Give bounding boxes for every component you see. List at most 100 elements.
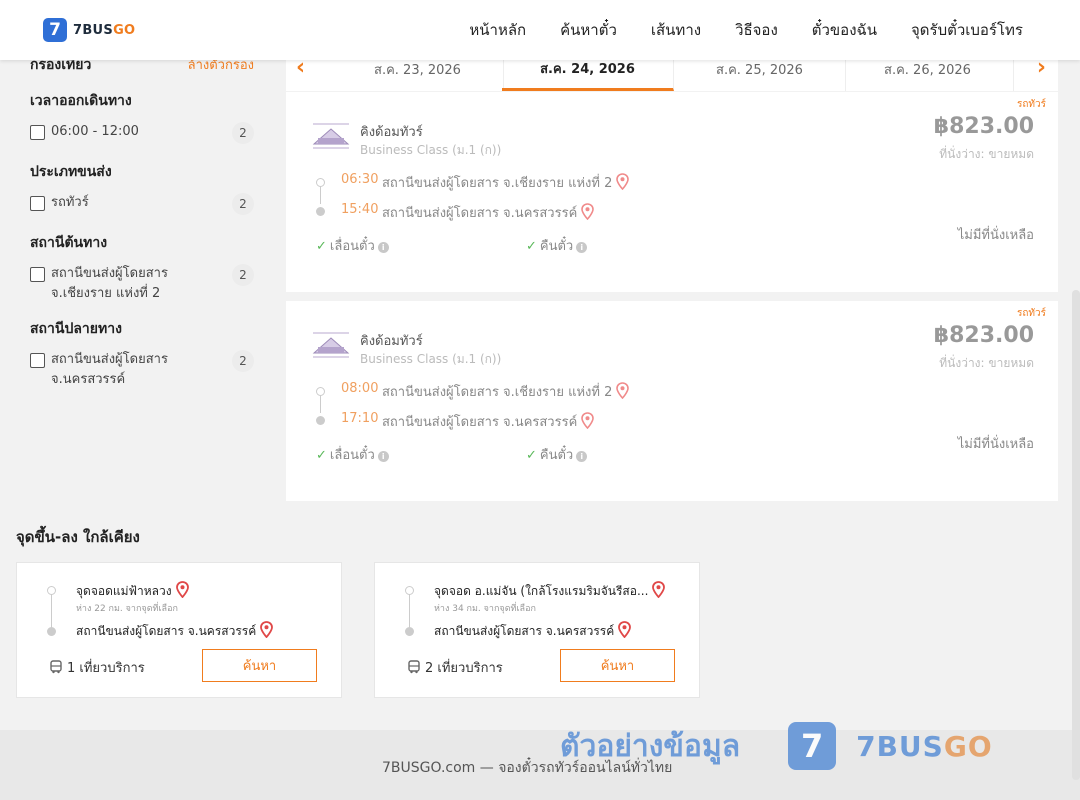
map-pin-icon[interactable] [616, 382, 630, 399]
trip-card[interactable]: รถทัวร์ คิงด้อมทัวร์ Business Class (ม.1… [286, 92, 1058, 292]
route-end-dot [316, 416, 325, 425]
nav-search-ticket[interactable]: ค้นหาตั๋ว [560, 18, 617, 42]
filter-group-origin-station: สถานีต้นทาง สถานีขนส่งผู้โดยสาร จ.เชียงร… [30, 232, 254, 304]
depart-station-name: สถานีขนส่งผู้โดยสาร จ.เชียงราย แห่งที่ 2 [382, 385, 613, 400]
nav-how-to-book[interactable]: วิธีจอง [735, 18, 778, 42]
bus-operator-logo [312, 332, 350, 358]
depart-time: 06:30 [341, 172, 379, 187]
filter-option-label: สถานีขนส่งผู้โดยสาร จ.นครสวรรค์ [51, 352, 168, 387]
map-pin-icon[interactable] [616, 173, 630, 190]
map-pin-icon[interactable] [260, 621, 274, 638]
depart-station-name: สถานีขนส่งผู้โดยสาร จ.เชียงราย แห่งที่ 2 [382, 176, 613, 191]
arrive-station-name: สถานีขนส่งผู้โดยสาร จ.นครสวรรค์ [382, 206, 578, 221]
map-pin-icon[interactable] [175, 581, 189, 598]
nearby-to: สถานีขนส่งผู้โดยสาร จ.นครสวรรค์ [76, 621, 274, 641]
filter-option-origin[interactable]: สถานีขนส่งผู้โดยสาร จ.เชียงราย แห่งที่ 2… [30, 264, 254, 304]
nav-my-tickets[interactable]: ตั๋วของฉัน [812, 18, 877, 42]
trip-route: 08:00 สถานีขนส่งผู้โดยสาร จ.เชียงราย แห่… [316, 381, 716, 433]
seat-availability: ที่นั่งว่าง: ขายหมด [939, 147, 1034, 161]
nearby-from: จุดจอดแม่ฟ้าหลวง [76, 581, 189, 601]
route-end-dot [316, 207, 325, 216]
watermark-text: ตัวอย่างข้อมูล [560, 728, 741, 764]
route-start-dot [47, 586, 56, 595]
nav-pickup-points[interactable]: จุดรับตั๋วเบอร์โทร [911, 18, 1023, 42]
nav-home[interactable]: หน้าหลัก [469, 18, 526, 42]
filter-count-badge: 2 [232, 264, 254, 286]
nearby-trip-count: 2 เที่ยวบริการ [407, 657, 503, 678]
filter-option-bus[interactable]: รถทัวร์ 2 [30, 193, 254, 215]
nearby-search-button[interactable]: ค้นหา [560, 649, 675, 682]
nearby-route: จุดจอด อ.แม่จัน (ใกล้โรงแรมริมจันรีสอ...… [405, 581, 695, 641]
watermark-brand: 7BUSGO [856, 730, 993, 763]
depart-station: สถานีขนส่งผู้โดยสาร จ.เชียงราย แห่งที่ 2 [382, 381, 630, 402]
check-icon: ✓ [526, 239, 537, 254]
check-icon: ✓ [316, 239, 327, 254]
nearby-from: จุดจอด อ.แม่จัน (ใกล้โรงแรมริมจันรีสอ... [434, 581, 666, 601]
filter-group-title: สถานีปลายทาง [30, 321, 122, 337]
main-nav: หน้าหลัก ค้นหาตั๋ว เส้นทาง วิธีจอง ตั๋วข… [435, 0, 1023, 60]
watermark-brand-part2: GO [943, 729, 993, 763]
no-seats-label: ไม่มีที่นั่งเหลือ [957, 228, 1034, 243]
info-icon[interactable]: i [377, 451, 389, 462]
trip-card[interactable]: รถทัวร์ คิงด้อมทัวร์ Business Class (ม.1… [286, 301, 1058, 501]
ticket-price: ฿823.00 [933, 114, 1034, 139]
checkbox[interactable] [30, 196, 45, 211]
transport-tag: รถทัวร์ [1016, 99, 1046, 110]
nearby-from-name: จุดจอด อ.แม่จัน (ใกล้โรงแรมริมจันรีสอ... [434, 584, 649, 598]
arrive-time: 17:10 [341, 411, 379, 426]
filter-group-title: ประเภทขนส่ง [30, 164, 112, 180]
depart-time: 08:00 [341, 381, 379, 396]
check-icon: ✓ [526, 448, 537, 463]
route-start-dot [316, 178, 325, 187]
checkbox[interactable] [30, 125, 45, 140]
seat-availability: ที่นั่งว่าง: ขายหมด [939, 356, 1034, 370]
filter-group-transport-type: ประเภทขนส่ง รถทัวร์ 2 [30, 161, 254, 215]
info-icon[interactable]: i [576, 451, 588, 462]
filter-group-title: เวลาออกเดินทาง [30, 93, 132, 109]
nearby-card: จุดจอดแม่ฟ้าหลวง ห่าง 22 กม. จากจุดที่เล… [16, 562, 342, 698]
bus-icon [50, 660, 62, 674]
nearby-search-button[interactable]: ค้นหา [202, 649, 317, 682]
nearby-section-title: จุดขึ้น-ลง ใกล้เคียง [16, 528, 140, 546]
checkbox[interactable] [30, 267, 45, 282]
sample-watermark: ตัวอย่างข้อมูล 7 7BUSGO [560, 722, 993, 770]
brand-logo-mark: 7 [43, 18, 67, 42]
perk-refund: ✓ คืนตั๋ว i [526, 235, 588, 256]
brand-logo-text: 7BUSGO [73, 23, 135, 38]
brand-logo-part2: GO [113, 22, 136, 38]
no-seats-label: ไม่มีที่นั่งเหลือ [957, 437, 1034, 452]
filter-option-label: รถทัวร์ [51, 195, 89, 210]
bus-class: Business Class (ม.1 (ก)) [360, 352, 502, 366]
nav-routes[interactable]: เส้นทาง [651, 18, 701, 42]
info-icon[interactable]: i [576, 242, 588, 253]
nearby-card: จุดจอด อ.แม่จัน (ใกล้โรงแรมริมจันรีสอ...… [374, 562, 700, 698]
operator-name: คิงด้อมทัวร์ [360, 125, 423, 140]
map-pin-icon[interactable] [618, 621, 632, 638]
nearby-distance: ห่าง 22 กม. จากจุดที่เลือก [76, 604, 178, 614]
filter-option-time[interactable]: 06:00 - 12:00 2 [30, 122, 254, 144]
brand-logo[interactable]: 7 7BUSGO [43, 18, 135, 42]
filter-option-label: สถานีขนส่งผู้โดยสาร จ.เชียงราย แห่งที่ 2 [51, 266, 168, 301]
route-line [51, 591, 52, 631]
info-icon[interactable]: i [377, 242, 389, 253]
route-end-dot [47, 627, 56, 636]
map-pin-icon[interactable] [581, 203, 595, 220]
route-end-dot [405, 627, 414, 636]
map-pin-icon[interactable] [581, 412, 595, 429]
nearby-trip-count-label: 2 เที่ยวบริการ [425, 661, 503, 676]
arrive-time: 15:40 [341, 202, 379, 217]
filter-option-destination[interactable]: สถานีขนส่งผู้โดยสาร จ.นครสวรรค์ 2 [30, 350, 254, 390]
filter-option-label: 06:00 - 12:00 [51, 124, 139, 139]
nearby-to-name: สถานีขนส่งผู้โดยสาร จ.นครสวรรค์ [76, 624, 257, 638]
trip-route: 06:30 สถานีขนส่งผู้โดยสาร จ.เชียงราย แห่… [316, 172, 716, 224]
checkbox[interactable] [30, 353, 45, 368]
arrive-station: สถานีขนส่งผู้โดยสาร จ.นครสวรรค์ [382, 411, 595, 432]
perk-label: คืนตั๋ว [539, 239, 574, 254]
brand-logo-part1: 7BUS [73, 22, 114, 38]
transport-tag: รถทัวร์ [1016, 308, 1046, 319]
page-scrollbar[interactable] [1072, 290, 1080, 780]
perk-reschedule: ✓ เลื่อนตั๋ว i [316, 235, 389, 256]
map-pin-icon[interactable] [652, 581, 666, 598]
top-header: 7 7BUSGO หน้าหลัก ค้นหาตั๋ว เส้นทาง วิธี… [0, 0, 1080, 60]
nearby-trip-count-label: 1 เที่ยวบริการ [67, 661, 145, 676]
